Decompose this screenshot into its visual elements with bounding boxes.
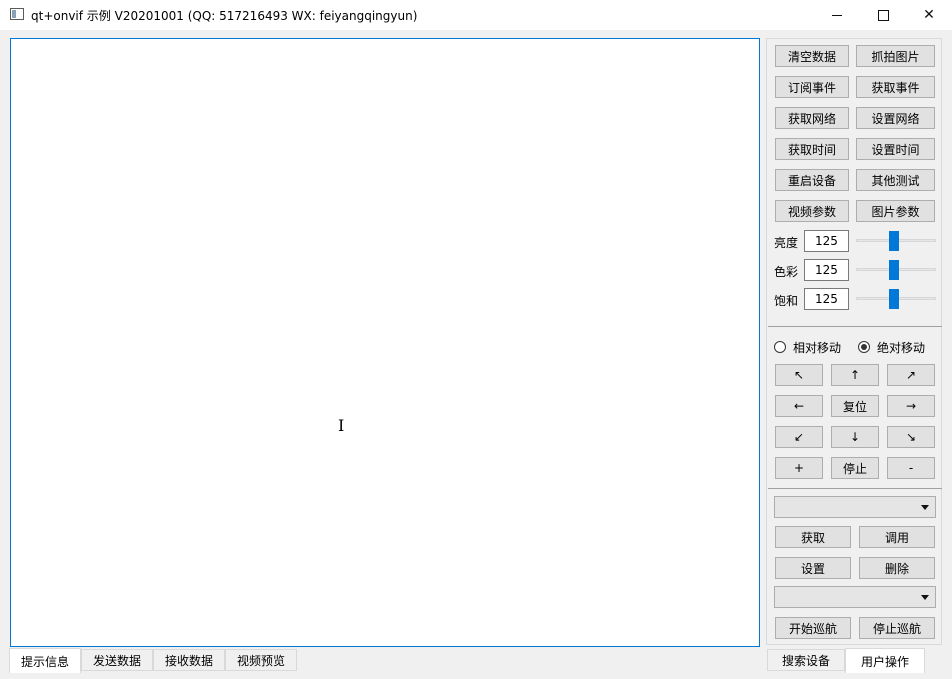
color-label: 色彩 (774, 265, 799, 279)
get-network-button[interactable]: 获取网络 (775, 107, 849, 129)
set-time-button[interactable]: 设置时间 (856, 138, 935, 160)
absolute-move-label[interactable]: 绝对移动 (877, 339, 925, 356)
tab-video-preview[interactable]: 视频预览 (225, 649, 297, 671)
app-icon (10, 8, 24, 20)
message-text-area[interactable]: I (10, 38, 760, 647)
ptz-left-button[interactable]: ← (775, 395, 823, 417)
separator (768, 488, 942, 489)
maximize-icon (877, 9, 889, 21)
ptz-down-right-button[interactable]: ↘ (887, 426, 935, 448)
saturation-spinbox[interactable]: 125 (804, 288, 849, 310)
saturation-label: 饱和 (774, 294, 799, 308)
minimize-button[interactable] (814, 0, 860, 30)
clear-data-button[interactable]: 清空数据 (775, 45, 849, 67)
window-title: qt+onvif 示例 V20201001 (QQ: 517216493 WX:… (31, 9, 418, 23)
brightness-spinbox[interactable]: 125 (804, 230, 849, 252)
preset-select[interactable] (774, 496, 936, 518)
ptz-down-button[interactable]: ↓ (831, 426, 879, 448)
ptz-up-button[interactable]: ↑ (831, 364, 879, 386)
tab-search-device[interactable]: 搜索设备 (767, 649, 845, 671)
brightness-label: 亮度 (774, 236, 799, 250)
ptz-reset-button[interactable]: 复位 (831, 395, 879, 417)
relative-move-radio[interactable] (774, 341, 786, 353)
separator (768, 326, 942, 327)
delete-preset-button[interactable]: 删除 (859, 557, 935, 579)
cruise-select[interactable] (774, 586, 936, 608)
chevron-down-icon (921, 595, 929, 600)
minimize-icon (832, 14, 842, 16)
ptz-up-right-button[interactable]: ↗ (887, 364, 935, 386)
video-params-button[interactable]: 视频参数 (775, 200, 849, 222)
chevron-down-icon (921, 505, 929, 510)
zoom-in-button[interactable]: + (775, 457, 823, 479)
subscribe-event-button[interactable]: 订阅事件 (775, 76, 849, 98)
relative-move-label[interactable]: 相对移动 (793, 339, 841, 356)
brightness-slider-handle[interactable] (889, 231, 899, 251)
other-test-button[interactable]: 其他测试 (856, 169, 935, 191)
reboot-device-button[interactable]: 重启设备 (775, 169, 849, 191)
zoom-out-button[interactable]: - (887, 457, 935, 479)
maximize-button[interactable] (860, 0, 906, 30)
close-icon: ✕ (923, 7, 935, 23)
ptz-down-left-button[interactable]: ↙ (775, 426, 823, 448)
text-cursor-icon: I (338, 416, 345, 435)
get-time-button[interactable]: 获取时间 (775, 138, 849, 160)
tab-send-data[interactable]: 发送数据 (81, 649, 153, 671)
ptz-stop-button[interactable]: 停止 (831, 457, 879, 479)
ptz-right-button[interactable]: → (887, 395, 935, 417)
tab-user-operation[interactable]: 用户操作 (845, 648, 925, 673)
set-network-button[interactable]: 设置网络 (856, 107, 935, 129)
set-preset-button[interactable]: 设置 (775, 557, 851, 579)
stop-cruise-button[interactable]: 停止巡航 (859, 617, 935, 639)
call-preset-button[interactable]: 调用 (859, 526, 935, 548)
absolute-move-radio[interactable] (858, 341, 870, 353)
tab-message-info[interactable]: 提示信息 (9, 648, 81, 673)
tab-receive-data[interactable]: 接收数据 (153, 649, 225, 671)
title-bar: qt+onvif 示例 V20201001 (QQ: 517216493 WX:… (0, 0, 952, 30)
color-spinbox[interactable]: 125 (804, 259, 849, 281)
saturation-slider-handle[interactable] (889, 289, 899, 309)
close-button[interactable]: ✕ (906, 0, 952, 30)
color-slider-handle[interactable] (889, 260, 899, 280)
ptz-up-left-button[interactable]: ↖ (775, 364, 823, 386)
image-params-button[interactable]: 图片参数 (856, 200, 935, 222)
get-event-button[interactable]: 获取事件 (856, 76, 935, 98)
get-preset-button[interactable]: 获取 (775, 526, 851, 548)
capture-image-button[interactable]: 抓拍图片 (856, 45, 935, 67)
start-cruise-button[interactable]: 开始巡航 (775, 617, 851, 639)
